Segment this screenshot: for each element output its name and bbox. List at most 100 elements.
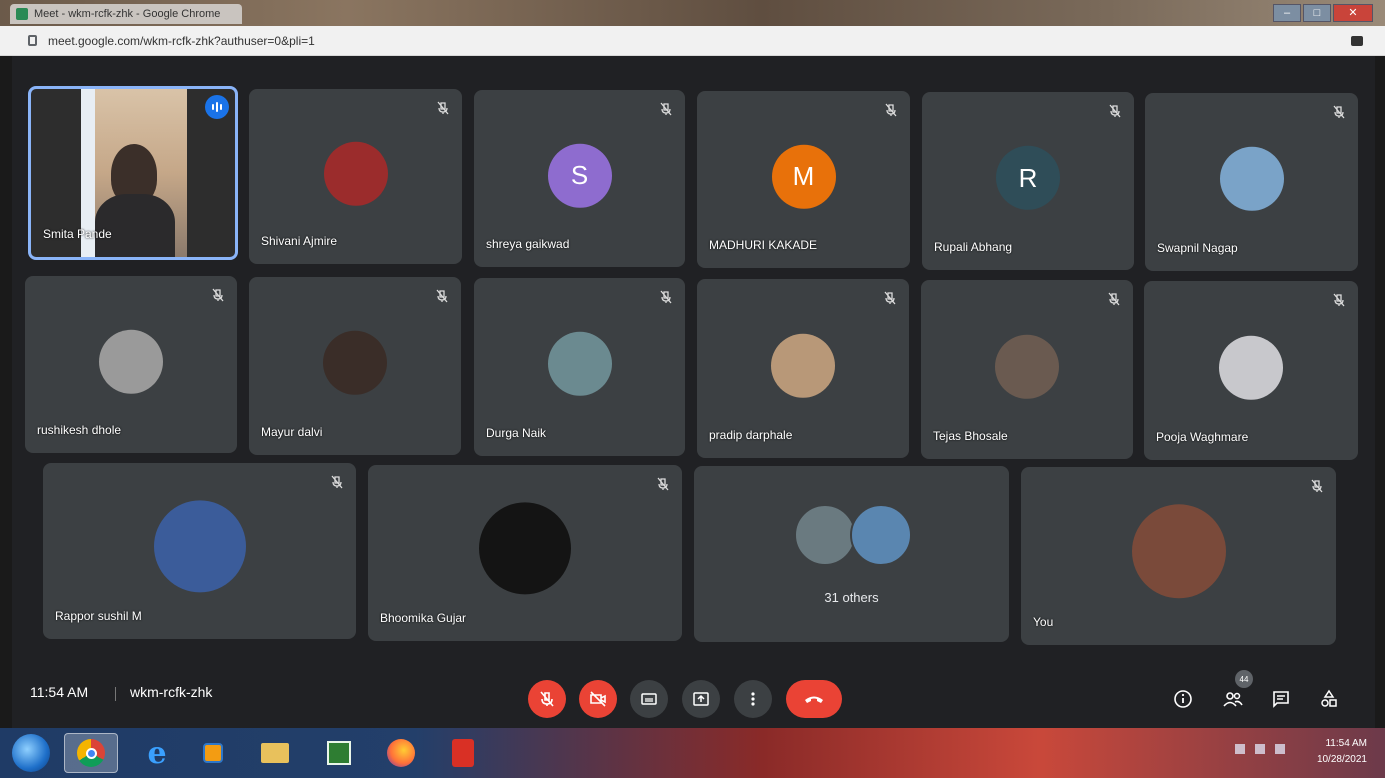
mic-off-icon [331,475,343,489]
start-button[interactable] [12,734,50,772]
mic-off-icon [1333,293,1345,307]
media-player-icon [203,743,223,763]
avatar: R [996,145,1060,210]
mic-off-icon [437,101,449,115]
avatar [99,329,163,394]
taskbar-time: 11:54 AM [1325,738,1367,749]
pdf-icon [452,739,474,767]
participant-tile[interactable]: rushikesh dhole [25,276,237,453]
participant-tile[interactable]: Pooja Waghmare [1144,281,1358,460]
lock-icon[interactable] [28,35,37,46]
avatar [323,141,388,206]
participant-name: shreya gaikwad [486,237,570,251]
avatar [1219,146,1284,211]
participant-tile[interactable]: Shivani Ajmire [249,89,462,264]
close-button[interactable]: ✕ [1333,4,1373,22]
captions-button[interactable] [630,680,668,718]
participant-tile[interactable]: Rappor sushil M [43,463,356,639]
participant-tile[interactable]: Tejas Bhosale [921,280,1133,459]
call-end-icon [805,696,823,703]
participant-name: Swapnil Nagap [1157,241,1238,255]
participant-name: Pooja Waghmare [1156,430,1249,444]
taskbar-excel[interactable] [322,736,356,770]
avatar [794,504,856,566]
screen: Meet - wkm-rcfk-zhk - Google Chrome – □ … [0,0,1385,778]
meeting-code[interactable]: wkm-rcfk-zhk [130,684,212,700]
taskbar-explorer[interactable] [258,736,292,770]
meeting-time: 11:54 AM [30,684,89,700]
participant-tile[interactable]: S shreya gaikwad [474,90,685,267]
mic-off-icon [660,102,672,116]
present-button[interactable] [682,680,720,718]
avatar [479,502,571,595]
firefox-icon [387,739,415,767]
participant-name: Tejas Bhosale [933,429,1008,443]
mic-off-icon [660,290,672,304]
internet-explorer-icon: e [147,735,167,771]
activities-icon [1321,689,1337,707]
mic-off-icon [885,103,897,117]
participant-name: Smita Pande [43,227,112,241]
window-title-bar[interactable]: Meet - wkm-rcfk-zhk - Google Chrome – □ … [0,0,1385,26]
participant-tile[interactable]: Bhoomika Gujar [368,465,682,641]
participant-tile[interactable]: pradip darphale [697,279,909,458]
activities-button[interactable] [1316,686,1342,712]
window-controls: – □ ✕ [1273,4,1373,22]
taskbar-chrome[interactable] [64,733,118,773]
avatar [547,331,612,396]
present-icon [693,692,709,706]
taskbar-media[interactable] [196,736,230,770]
volume-icon[interactable] [1255,744,1265,754]
people-icon [1223,692,1243,707]
taskbar: e 11:54 AM 10/28/2021 [0,728,1385,778]
participant-name: MADHURI KAKADE [709,238,818,252]
taskbar-ie[interactable]: e [140,735,174,771]
maximize-button[interactable]: □ [1303,4,1331,22]
chat-button[interactable] [1268,686,1294,712]
meet-favicon-icon [16,8,28,20]
camera-indicator-icon[interactable] [1351,36,1363,46]
participant-tile[interactable]: M MADHURI KAKADE [697,91,910,268]
mic-off-icon [1311,479,1323,493]
others-count: 31 others [824,590,879,605]
people-button[interactable] [1220,686,1246,712]
avatar [323,330,387,395]
others-tile[interactable]: 31 others [694,466,1009,642]
mic-off-icon [212,288,224,302]
participant-tile[interactable]: Mayur dalvi [249,277,461,455]
participant-name: Rappor sushil M [55,609,142,623]
taskbar-pdf[interactable] [446,736,480,770]
tray-arrow-icon[interactable] [1235,744,1245,754]
participant-tile[interactable]: Durga Naik [474,278,685,456]
mic-off-icon [884,291,896,305]
minimize-button[interactable]: – [1273,4,1301,22]
folder-icon [261,743,289,763]
mic-off-icon [657,477,669,491]
network-icon[interactable] [1275,744,1285,754]
participant-tile[interactable]: Swapnil Nagap [1145,93,1358,271]
address-bar[interactable]: meet.google.com/wkm-rcfk-zhk?authuser=0&… [0,26,1385,56]
participant-tile[interactable]: You [1021,467,1336,645]
browser-tab[interactable]: Meet - wkm-rcfk-zhk - Google Chrome [10,4,242,24]
mic-toggle-button[interactable] [528,680,566,718]
avatar: M [771,144,836,209]
participant-tile[interactable]: R Rupali Abhang [922,92,1134,270]
taskbar-clock[interactable]: 11:54 AM 10/28/2021 [1317,736,1367,768]
avatar [153,500,246,593]
more-options-button[interactable] [734,680,772,718]
mic-off-icon [1109,104,1121,118]
mic-off-icon [1333,105,1345,119]
chat-icon [1273,691,1289,708]
participant-name: Durga Naik [486,426,547,440]
avatar: S [547,143,612,208]
url-text[interactable]: meet.google.com/wkm-rcfk-zhk?authuser=0&… [48,34,315,48]
leave-call-button[interactable] [786,680,842,718]
taskbar-firefox[interactable] [384,736,418,770]
meeting-details-button[interactable] [1170,686,1196,712]
mic-off-icon [436,289,448,303]
tab-title: Meet - wkm-rcfk-zhk - Google Chrome [34,8,221,20]
taskbar-date: 10/28/2021 [1316,754,1367,765]
camera-toggle-button[interactable] [579,680,617,718]
participant-name: Mayur dalvi [261,425,323,439]
participant-tile[interactable]: Smita Pande [28,86,238,260]
